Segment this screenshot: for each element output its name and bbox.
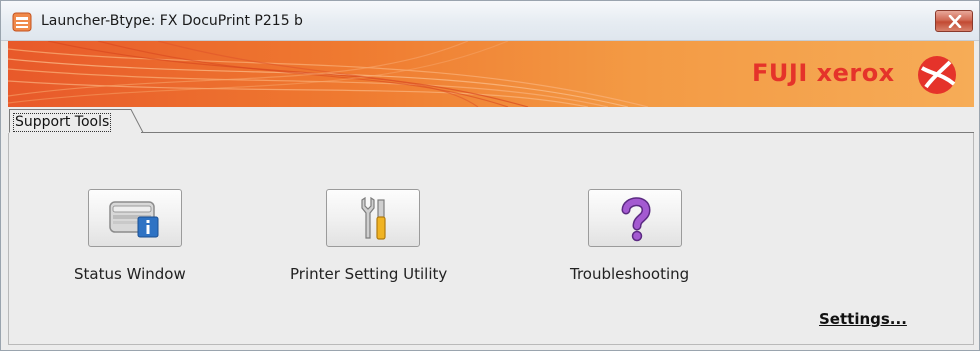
launcher-window: Launcher-Btype: FX DocuPrint P215 b FUJI… bbox=[0, 0, 980, 351]
window-title: Launcher-Btype: FX DocuPrint P215 b bbox=[41, 13, 303, 29]
xerox-sphere-logo-icon bbox=[916, 54, 958, 100]
brand-banner: FUJI xerox bbox=[8, 41, 974, 107]
launcher-app-icon[interactable] bbox=[12, 12, 32, 32]
printer-setting-utility-button[interactable] bbox=[326, 189, 420, 247]
troubleshooting-button[interactable] bbox=[588, 189, 682, 247]
tab-strip bbox=[8, 107, 974, 134]
close-icon bbox=[948, 15, 962, 28]
close-button[interactable] bbox=[935, 10, 973, 32]
settings-link[interactable]: Settings... bbox=[819, 310, 907, 328]
printer-info-icon bbox=[109, 201, 159, 238]
status-window-button[interactable] bbox=[88, 189, 182, 247]
status-window-label[interactable]: Status Window bbox=[74, 265, 186, 283]
printer-setting-utility-label[interactable]: Printer Setting Utility bbox=[290, 265, 447, 283]
title-bar[interactable]: Launcher-Btype: FX DocuPrint P215 b bbox=[1, 1, 979, 41]
tools-icon bbox=[361, 196, 386, 240]
tab-support-tools-label: Support Tools bbox=[13, 113, 112, 132]
troubleshooting-label[interactable]: Troubleshooting bbox=[570, 265, 689, 283]
fuji-xerox-logo-text: FUJI xerox bbox=[752, 59, 895, 87]
question-mark-icon bbox=[621, 197, 651, 242]
